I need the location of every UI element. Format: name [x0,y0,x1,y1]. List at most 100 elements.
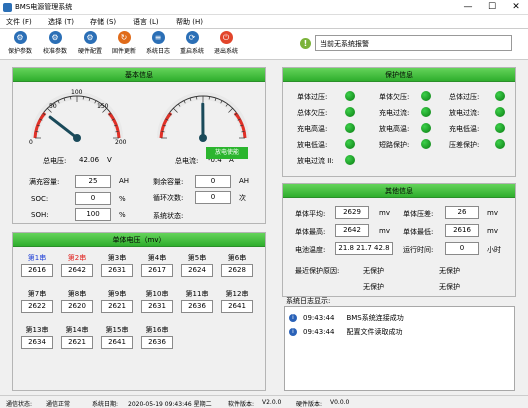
cell-voltage-field: 2636 [141,336,173,349]
status-led [495,139,505,149]
battery-temp-field: 21.8 21.7 42.8 [335,242,393,255]
toolbar-label: 重启系统 [179,48,204,55]
cell-label: 第12串 [225,290,249,298]
system-state-label: 系统状态: [153,212,184,220]
calibrate-params-button[interactable]: ⚙ 校准参数 [38,31,72,58]
cell-voltage-field: 2642 [61,264,93,277]
cell-label: 第14串 [65,326,89,334]
info-icon: i [289,328,297,336]
full-capacity-field: 25 [75,175,111,188]
protection-info-header: 保护信息 [283,68,515,82]
cell-label: 第10串 [145,290,169,298]
status-led [345,139,355,149]
soh-label: SOH: [31,211,49,219]
log-text: 配置文件读取成功 [346,328,403,336]
total-current-label: 总电流: [175,157,199,165]
cell-voltage-field: 2641 [101,336,133,349]
remaining-capacity-label: 剩余容量: [153,178,184,186]
restart-system-button[interactable]: ⟳ 重启系统 [175,31,209,58]
alarm-icon: ! [300,38,311,49]
close-button[interactable]: ✕ [504,0,528,15]
hardware-config-button[interactable]: ⚙ 硬件配置 [73,31,107,58]
system-log-button[interactable]: ≡ 系统日志 [141,31,175,58]
cell-diff-field: 26 [445,206,479,219]
cell-voltage-panel: 单体电压（mv） 第1串 2616 第2串 2642 第3串 2631 第4串 2617 第5串… [12,232,266,391]
menu-select[interactable]: 选择 (T) [48,17,74,27]
menu-storage[interactable]: 存储 (S) [90,17,116,27]
cell-avg-unit: mv [379,209,390,217]
cell-label: 第3串 [107,254,127,262]
cell-label: 第11串 [185,290,209,298]
cell-label: 第6串 [227,254,247,262]
exit-system-button[interactable]: ⏻ 退出系统 [209,31,243,58]
window-title: BMS电源管理系统 [15,3,73,11]
runtime-field: 0 [445,242,479,255]
maximize-button[interactable]: ☐ [480,0,504,15]
cell-voltage-field: 2617 [141,264,173,277]
cell-max-field: 2642 [335,224,369,237]
cell-max-label: 单体最高: [295,228,326,236]
total-voltage-label: 总电压: [43,157,67,165]
log-text: BMS系统连接成功 [346,314,404,322]
soc-field: 0 [75,192,111,205]
cell-voltage-field: 2616 [21,264,53,277]
status-led [495,91,505,101]
info-icon: i [289,314,297,322]
minimize-button[interactable]: — [456,0,480,15]
runtime-label: 运行时间: [403,246,434,254]
status-led [495,107,505,117]
remaining-capacity-unit: AH [239,177,250,185]
cell-voltage-field: 2620 [61,300,93,313]
protection-label: 放电过流: [449,109,480,117]
log-entry: i 09:43:44 BMS系统连接成功 [289,313,404,323]
toolbar-label: 退出系统 [213,48,238,55]
refresh-icon: ↻ [117,31,131,44]
total-voltage-value: 42.06 [79,156,100,164]
gauge-tick: 0 [29,139,33,146]
protection-label: 放电低温: [297,141,328,149]
menu-file[interactable]: 文件 (F) [6,17,32,27]
cell-voltage-field: 2624 [181,264,213,277]
software-version-value: V2.0.0 [262,399,282,406]
cell-label: 第2串 [67,254,87,262]
gauge-tick: 50 [49,103,57,110]
soc-label: SOC: [31,195,49,203]
system-log-title: 系统日志显示: [286,297,331,305]
voltage-gauge: 0 50 100 150 200 [29,89,127,146]
cell-max-unit: mv [379,227,390,235]
menu-language[interactable]: 语言 (L) [133,17,159,27]
protection-label: 压差保护: [449,141,480,149]
toolbar-label: 校准参数 [42,48,67,55]
status-led [421,123,431,133]
protection-label: 充电高温: [297,125,328,133]
soh-unit: % [119,211,126,219]
gear-icon: ⚙ [13,31,27,44]
toolbar-label: 系统日志 [145,48,170,55]
status-led [495,123,505,133]
firmware-update-button[interactable]: ↻ 固件更新 [107,31,141,58]
last-protect-value: 无保护 [363,267,384,275]
protect-params-button[interactable]: ⚙ 保护参数 [3,31,37,58]
battery-temp-label: 电池温度: [295,246,326,254]
cell-label: 第15串 [105,326,129,334]
system-log-list[interactable]: i 09:43:44 BMS系统连接成功 i 09:43:44 配置文件读取成功 [284,306,515,391]
soc-unit: % [119,195,126,203]
gear-icon: ⚙ [83,31,97,44]
status-led [345,123,355,133]
cell-label: 第16串 [145,326,169,334]
protection-label: 单体过压: [297,93,328,101]
last-protect-value: 无保护 [439,267,460,275]
gauge-tick: 150 [97,103,109,110]
toolbar-label: 固件更新 [111,48,136,55]
status-led [421,107,431,117]
cell-label: 第4串 [147,254,167,262]
menu-help[interactable]: 帮助 (H) [176,17,203,27]
system-state-badge: 放电使能 [206,147,248,159]
cell-voltage-field: 2621 [61,336,93,349]
protection-label: 充电低温: [449,125,480,133]
comm-status-label: 通信状态: [6,401,33,408]
comm-status-value: 通信正常 [46,401,71,408]
status-led [345,91,355,101]
cell-voltage-field: 2631 [141,300,173,313]
toolbar-label: 保护参数 [7,48,32,55]
